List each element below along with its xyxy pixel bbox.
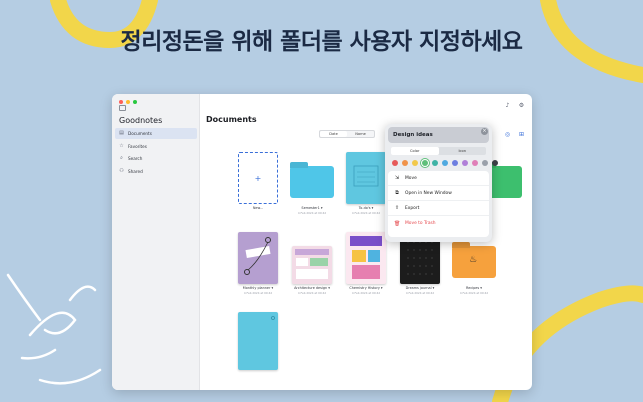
- tab-color[interactable]: Color: [391, 147, 439, 155]
- sort-date-option[interactable]: Date: [320, 131, 347, 137]
- item-label: Semester1 ▾: [301, 206, 323, 210]
- export-icon: ⇪: [394, 205, 400, 211]
- search-icon: ⌕: [120, 155, 123, 161]
- item-date: 4 Feb 2024 at 09:42: [459, 291, 489, 295]
- popover-tabs: Color Icon: [391, 147, 486, 155]
- item-date: 4 Feb 2024 at 09:42: [297, 211, 327, 215]
- item-date: 4 Feb 2024 at 09:42: [405, 291, 435, 295]
- notebook-cover: [238, 232, 278, 284]
- swatch-blue[interactable]: [442, 160, 448, 166]
- gear-icon[interactable]: ⚙: [518, 102, 525, 109]
- grid-view-icon[interactable]: ⊞: [518, 131, 525, 138]
- bell-icon[interactable]: ♪: [504, 102, 511, 109]
- folder-item[interactable]: Semester1 ▾ 4 Feb 2024 at 09:42: [286, 148, 338, 218]
- swatch-orange[interactable]: [402, 160, 408, 166]
- select-icon[interactable]: ◎: [504, 131, 511, 138]
- folder-icon: [290, 166, 334, 198]
- notebook-item[interactable]: Chemistry History ▾ 4 Feb 2024 at 09:42: [340, 228, 392, 298]
- window-controls: [119, 100, 137, 104]
- sidebar-item-shared[interactable]: ⚇ Shared: [115, 166, 197, 177]
- swatch-indigo[interactable]: [452, 160, 458, 166]
- sidebar-item-favorites[interactable]: ☆ Favorites: [115, 141, 197, 152]
- swatch-green[interactable]: [422, 160, 428, 166]
- close-icon[interactable]: ×: [481, 128, 488, 135]
- notebook-item[interactable]: Architecture design ▾ 4 Feb 2024 at 09:4…: [286, 228, 338, 298]
- menu-item-label: Move: [405, 175, 417, 181]
- swatch-yellow[interactable]: [412, 160, 418, 166]
- menu-item-move-to-trash[interactable]: 🗑 Move to Trash: [388, 216, 489, 231]
- sidebar-toggle-icon[interactable]: [119, 105, 126, 111]
- sidebar-item-label: Search: [128, 156, 143, 161]
- zoom-window-button[interactable]: [133, 100, 137, 104]
- swatch-pink[interactable]: [472, 160, 478, 166]
- swatch-gray[interactable]: [482, 160, 488, 166]
- shared-icon: ⚇: [119, 167, 124, 174]
- menu-item-move[interactable]: ⇲ Move: [388, 171, 489, 186]
- sidebar-item-documents[interactable]: ▤ Documents: [115, 128, 197, 139]
- notebook-item[interactable]: [232, 308, 284, 378]
- item-label: Recipes ▾: [466, 286, 482, 290]
- new-document-item[interactable]: + New...: [232, 148, 284, 218]
- item-label: Chemistry History ▾: [349, 286, 383, 290]
- page-title: Documents: [206, 115, 257, 124]
- tab-icon[interactable]: Icon: [439, 147, 487, 155]
- sidebar: Goodnotes ▤ Documents ☆ Favorites ⌕ Sear…: [112, 94, 200, 390]
- close-window-button[interactable]: [119, 100, 123, 104]
- move-icon: ⇲: [394, 175, 400, 181]
- item-date: 4 Feb 2024 at 09:42: [243, 291, 273, 295]
- notebook-cover: [238, 312, 278, 370]
- sort-toggle[interactable]: Date Name: [319, 130, 375, 138]
- trash-icon: 🗑: [394, 220, 401, 227]
- minimize-window-button[interactable]: [126, 100, 130, 104]
- menu-item-label: Export: [405, 205, 420, 211]
- item-label: New...: [252, 206, 264, 210]
- context-menu: ⇲ Move ⧉ Open in New Window ⇪ Export 🗑 M…: [388, 171, 489, 237]
- notebook-cover: [292, 246, 332, 284]
- new-window-icon: ⧉: [395, 190, 399, 196]
- item-date: 4 Feb 2024 at 09:42: [351, 291, 381, 295]
- menu-item-open-new-window[interactable]: ⧉ Open in New Window: [388, 186, 489, 201]
- notebook-cover: [346, 232, 386, 284]
- documents-icon: ▤: [119, 130, 124, 136]
- sidebar-nav: ▤ Documents ☆ Favorites ⌕ Search ⚇ Share…: [115, 128, 197, 178]
- swatch-purple[interactable]: [462, 160, 468, 166]
- notebook-item[interactable]: Monthly planner ▾ 4 Feb 2024 at 09:42: [232, 228, 284, 298]
- menu-item-label: Move to Trash: [405, 221, 436, 226]
- swatch-teal[interactable]: [432, 160, 438, 166]
- swatch-red[interactable]: [392, 160, 398, 166]
- sort-name-option[interactable]: Name: [347, 131, 374, 137]
- color-swatches: [392, 160, 498, 166]
- sidebar-item-search[interactable]: ⌕ Search: [115, 153, 197, 164]
- menu-item-label: Open in New Window: [405, 190, 452, 196]
- notebook-cover: [346, 152, 386, 204]
- popover-title: Design ideas: [388, 127, 489, 143]
- recipe-icon: ♨: [469, 255, 478, 265]
- folder-icon: ♨: [452, 246, 496, 278]
- menu-item-export[interactable]: ⇪ Export: [388, 201, 489, 216]
- sidebar-item-label: Shared: [128, 168, 143, 174]
- item-date: 4 Feb 2024 at 09:42: [297, 291, 327, 295]
- star-icon: ☆: [119, 142, 124, 149]
- item-label: Monthly planner ▾: [242, 286, 274, 290]
- sidebar-item-label: Documents: [128, 131, 152, 136]
- plus-icon: +: [238, 152, 278, 204]
- headline: 정리정돈을 위해 폴더를 사용자 지정하세요: [120, 29, 523, 55]
- brand-title: Goodnotes: [119, 116, 163, 125]
- sidebar-item-label: Favorites: [128, 143, 147, 149]
- item-label: Dreams journal ▾: [405, 286, 435, 290]
- swatch-black[interactable]: [492, 160, 498, 166]
- item-label: Architecture design ▾: [294, 286, 330, 290]
- folder-popover: Design ideas × Color Icon ⇲ Move ⧉ Open …: [385, 124, 498, 242]
